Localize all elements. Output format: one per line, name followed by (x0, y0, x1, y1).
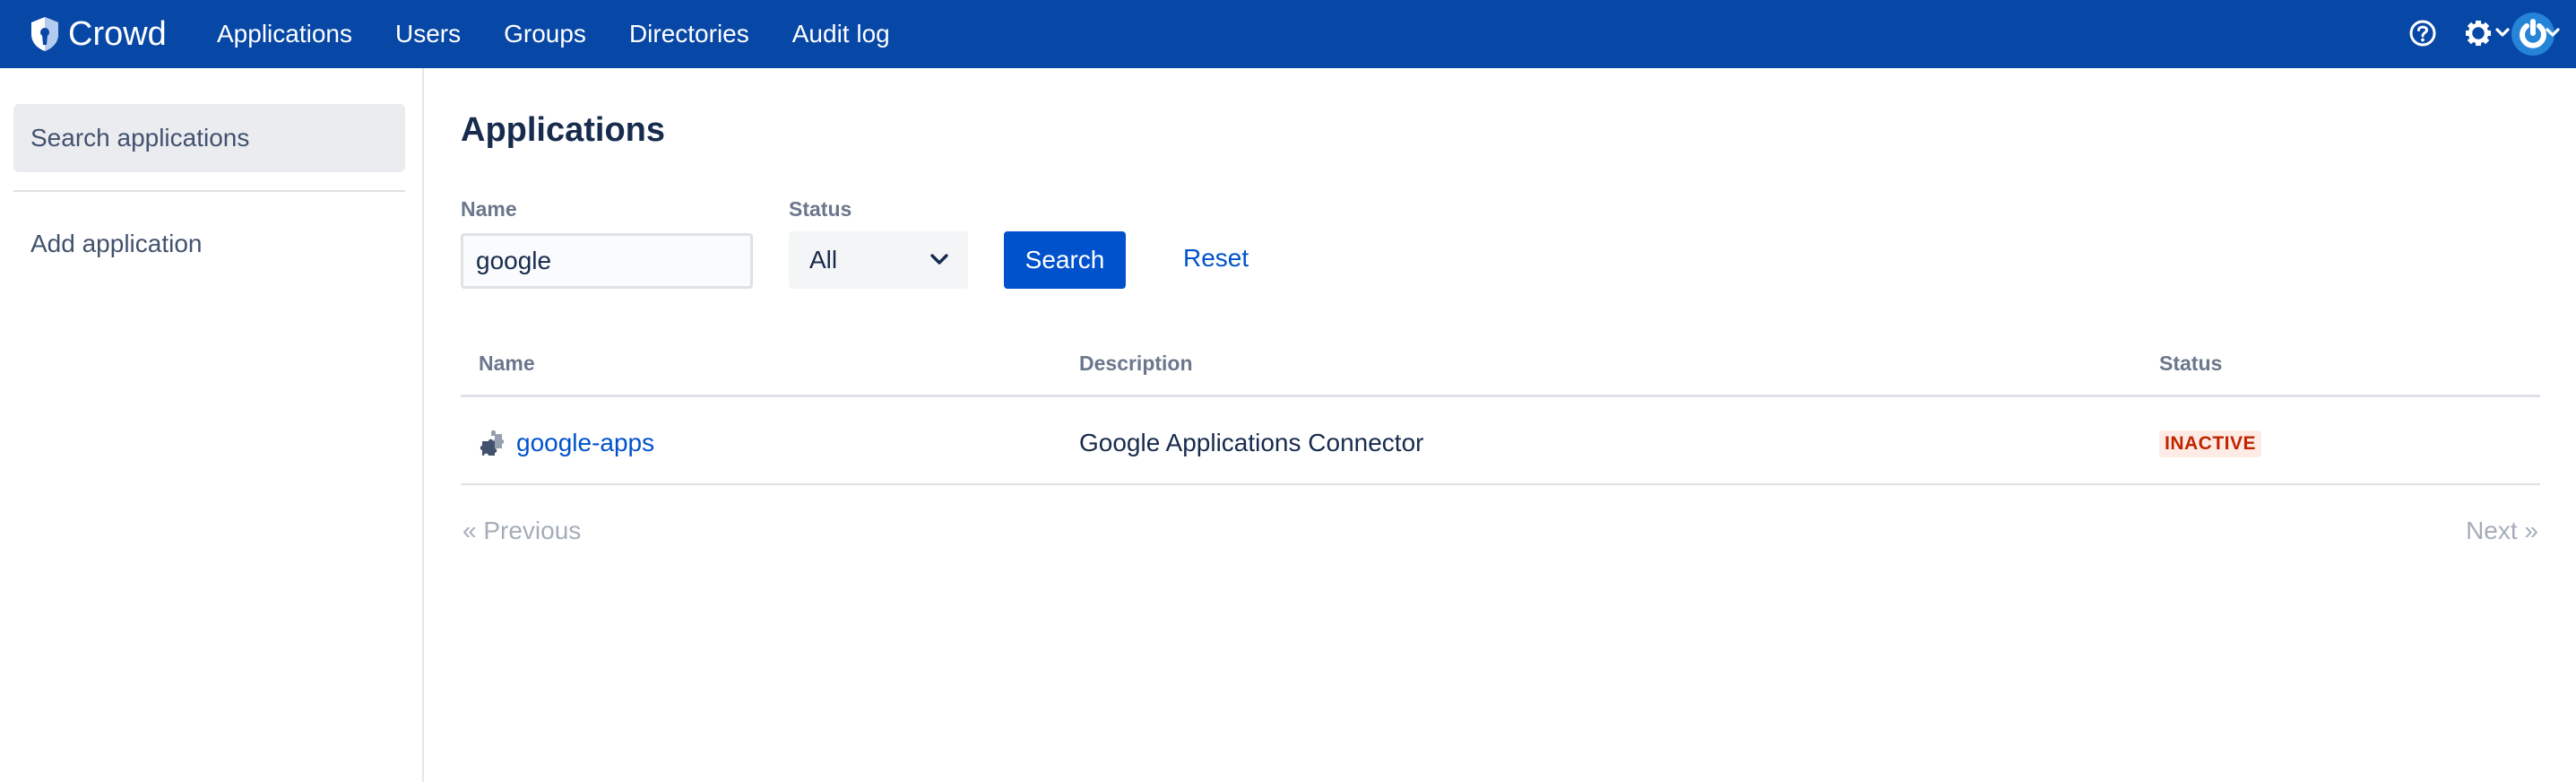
app-name: Crowd (68, 14, 167, 53)
gear-icon[interactable] (2464, 17, 2493, 49)
next-page-link[interactable]: Next » (2466, 517, 2538, 545)
sidebar-item-label: Search applications (30, 124, 250, 152)
sidebar-item-search-applications[interactable]: Search applications (13, 104, 405, 172)
status-filter-select[interactable]: All (789, 231, 968, 289)
nav-audit-log[interactable]: Audit log (792, 20, 890, 48)
settings-chevron-down-icon[interactable] (2494, 23, 2511, 41)
sidebar-divider (13, 190, 405, 192)
shield-logo-icon (31, 17, 58, 51)
table-row: google-apps Google Applications Connecto… (461, 397, 2540, 485)
reset-link[interactable]: Reset (1183, 244, 1249, 273)
sidebar-item-add-application[interactable]: Add application (13, 210, 405, 278)
status-badge: INACTIVE (2159, 430, 2262, 457)
nav-applications[interactable]: Applications (217, 20, 352, 48)
column-header-description[interactable]: Description (1079, 352, 1193, 376)
application-link[interactable]: google-apps (479, 429, 654, 457)
main-nav: Applications Users Groups Directories Au… (217, 0, 933, 68)
column-header-name[interactable]: Name (479, 352, 535, 376)
nav-directories[interactable]: Directories (629, 20, 749, 48)
application-name: google-apps (516, 429, 655, 456)
nav-groups[interactable]: Groups (504, 20, 586, 48)
chevron-down-icon (930, 254, 948, 265)
search-button[interactable]: Search (1004, 231, 1126, 289)
name-filter-input[interactable] (461, 233, 753, 289)
previous-page-link[interactable]: « Previous (462, 517, 581, 545)
name-filter-label: Name (461, 197, 517, 221)
nav-users[interactable]: Users (395, 20, 461, 48)
help-icon[interactable] (2407, 17, 2438, 49)
status-selected-value: All (809, 246, 838, 274)
column-header-status[interactable]: Status (2159, 352, 2222, 376)
sidebar-item-label: Add application (30, 230, 203, 257)
page-title: Applications (461, 111, 666, 149)
sidebar: Search applications Add application (0, 68, 424, 782)
user-chevron-down-icon[interactable] (2545, 23, 2561, 41)
status-filter-label: Status (789, 197, 852, 221)
application-description: Google Applications Connector (1079, 429, 1424, 456)
crowd-logo[interactable]: Crowd (29, 13, 167, 56)
puzzle-piece-icon (480, 430, 505, 456)
top-navigation-bar: Crowd Applications Users Groups Director… (0, 0, 2576, 68)
